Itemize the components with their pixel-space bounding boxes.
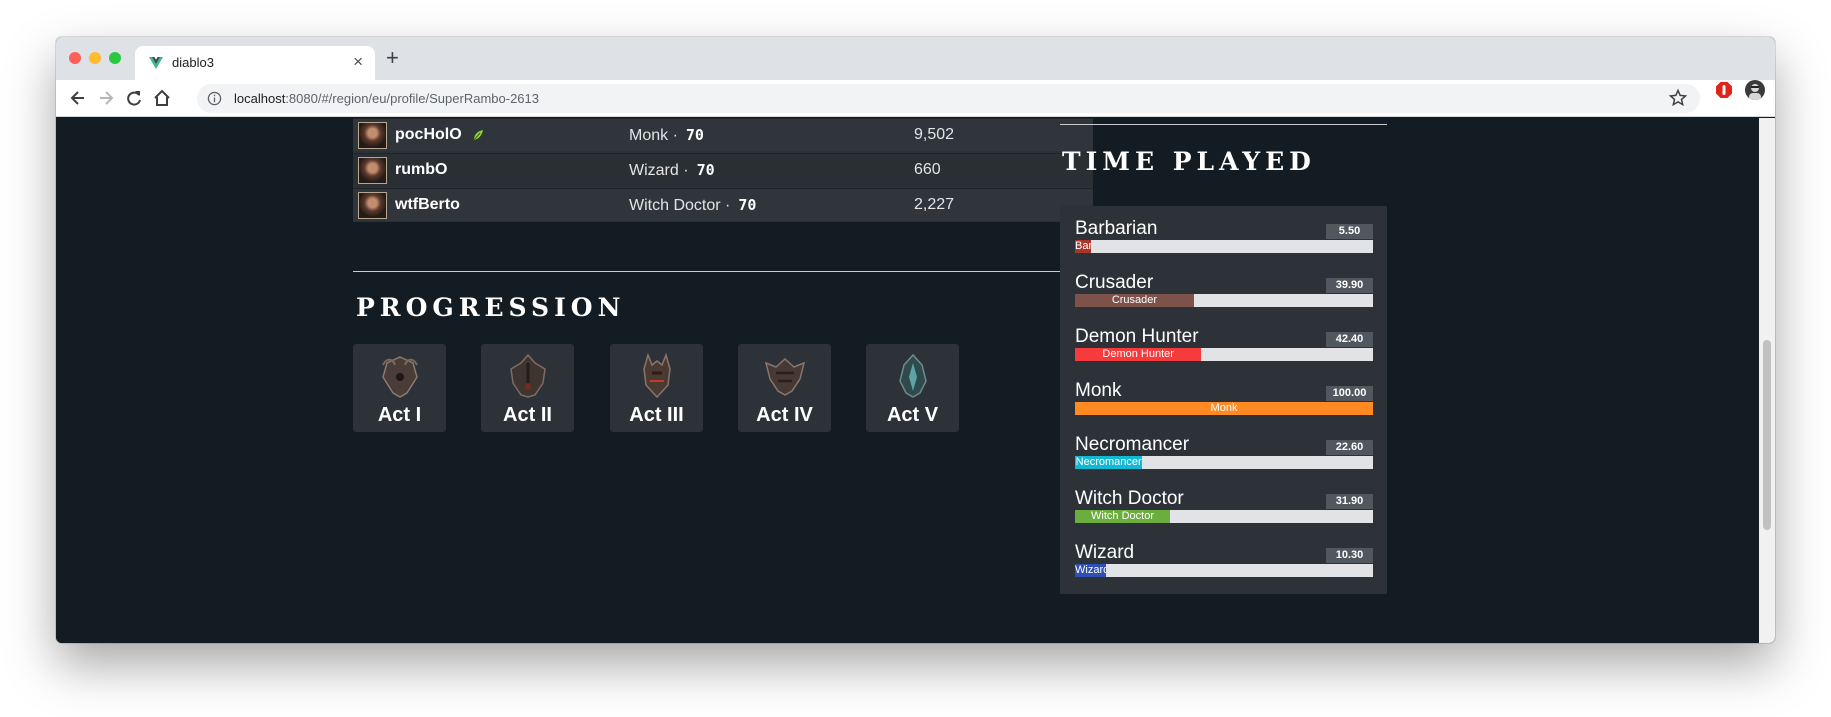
class-name: Barbarian	[1075, 218, 1158, 239]
progress-track: Monk	[1075, 402, 1373, 415]
progress-track: Crusader	[1075, 294, 1373, 307]
act-label: Act I	[377, 404, 422, 426]
info-icon[interactable]	[207, 91, 222, 106]
class-name: Monk	[1075, 380, 1122, 401]
time-played-demon-hunter: Demon Hunter 42.40 Demon Hunter	[1075, 326, 1373, 366]
progress-track: Wizard	[1075, 564, 1373, 577]
hero-portrait	[358, 192, 387, 219]
hero-row[interactable]: pocHolO Monk · 70 9,502	[353, 118, 1093, 151]
class-name: Witch Doctor	[1075, 488, 1184, 509]
browser-toolbar: localhost:8080/#/region/eu/profile/Super…	[56, 80, 1775, 117]
forward-icon[interactable]	[96, 88, 116, 108]
class-value-badge: 31.90	[1326, 494, 1373, 509]
hero-name: pocHolO	[395, 126, 462, 143]
act-4-emblem-icon	[764, 357, 806, 396]
progress-fill: Barbarian	[1075, 240, 1092, 253]
class-value-badge: 42.40	[1326, 332, 1373, 347]
act-card-2[interactable]: Act II	[481, 344, 574, 432]
zoom-window-button[interactable]	[109, 52, 121, 64]
class-name: Crusader	[1075, 272, 1154, 293]
close-tab-icon[interactable]: ×	[353, 53, 363, 71]
time-played-panel: Barbarian 5.50 Barbarian Crusader 39.90 …	[1060, 206, 1387, 594]
progress-fill: Wizard	[1075, 564, 1106, 577]
page-viewport: pocHolO Monk · 70 9,502 rumbO Wizard · 70 …	[56, 118, 1759, 643]
hero-points: 2,227	[914, 196, 955, 213]
act-card-1[interactable]: Act I	[353, 344, 446, 432]
profile-avatar-icon[interactable]	[1745, 80, 1765, 100]
vue-logo-icon	[149, 57, 163, 69]
act-label: Act IV	[756, 404, 813, 426]
time-played-wizard: Wizard 10.30 Wizard	[1075, 542, 1373, 582]
page-scrollbar[interactable]	[1759, 118, 1775, 643]
section-divider	[1060, 124, 1387, 125]
time-played-barbarian: Barbarian 5.50 Barbarian	[1075, 218, 1373, 258]
close-window-button[interactable]	[69, 52, 81, 64]
hero-points: 660	[914, 161, 941, 178]
progress-track: Witch Doctor	[1075, 510, 1373, 523]
section-divider	[353, 271, 1093, 272]
class-name: Wizard	[1075, 542, 1135, 563]
browser-window: diablo3 × + localhost:8080/#/region/eu/p…	[56, 37, 1775, 643]
act-5-emblem-icon	[899, 353, 927, 398]
act-label: Act V	[886, 404, 939, 426]
hero-points: 9,502	[914, 126, 955, 143]
address-bar[interactable]: localhost:8080/#/region/eu/profile/Super…	[197, 84, 1700, 113]
hero-class: Wizard · 70	[629, 161, 715, 179]
class-value-badge: 100.00	[1326, 386, 1373, 401]
adblock-extension-icon[interactable]	[1715, 81, 1733, 99]
time-played-witch-doctor: Witch Doctor 31.90 Witch Doctor	[1075, 488, 1373, 528]
act-label: Act II	[503, 404, 552, 426]
bookmark-star-icon[interactable]	[1668, 88, 1688, 108]
class-name: Necromancer	[1075, 434, 1190, 455]
minimize-window-button[interactable]	[89, 52, 101, 64]
class-value-badge: 5.50	[1326, 224, 1373, 239]
progress-fill: Witch Doctor	[1075, 510, 1171, 523]
class-value-badge: 10.30	[1326, 548, 1373, 563]
url-text: localhost:8080/#/region/eu/profile/Super…	[234, 91, 539, 106]
act-card-3[interactable]: Act III	[610, 344, 703, 432]
hero-row[interactable]: wtfBerto Witch Doctor · 70 2,227	[353, 188, 1093, 221]
act-2-emblem-icon	[510, 353, 546, 398]
time-played-monk: Monk 100.00 Monk	[1075, 380, 1373, 420]
hero-name: wtfBerto	[395, 196, 460, 213]
act-card-5[interactable]: Act V	[866, 344, 959, 432]
hero-list: pocHolO Monk · 70 9,502 rumbO Wizard · 70 …	[353, 118, 1093, 222]
progress-fill: Necromancer	[1075, 456, 1143, 469]
hero-level: 70	[696, 161, 715, 179]
scrollbar-thumb[interactable]	[1763, 340, 1771, 530]
new-tab-icon[interactable]: +	[386, 47, 399, 69]
hero-level: 70	[738, 196, 757, 214]
hero-row[interactable]: rumbO Wizard · 70 660	[353, 153, 1093, 186]
hero-class: Witch Doctor · 70	[629, 196, 757, 214]
time-played-crusader: Crusader 39.90 Crusader	[1075, 272, 1373, 312]
home-icon[interactable]	[152, 88, 172, 108]
seasonal-leaf-icon	[473, 130, 483, 141]
act-card-4[interactable]: Act IV	[738, 344, 831, 432]
progress-track: Necromancer	[1075, 456, 1373, 469]
progress-fill: Demon Hunter	[1075, 348, 1202, 361]
tab-strip: diablo3 × +	[56, 37, 1775, 80]
hero-portrait	[358, 122, 387, 149]
progress-track: Demon Hunter	[1075, 348, 1373, 361]
back-icon[interactable]	[68, 88, 88, 108]
progression-title: PROGRESSION	[356, 293, 626, 322]
hero-name: rumbO	[395, 161, 448, 178]
hero-class: Monk · 70	[629, 126, 704, 144]
tab-title: diablo3	[172, 55, 214, 70]
hero-portrait	[358, 157, 387, 184]
reload-icon[interactable]	[124, 88, 144, 108]
time-played-necromancer: Necromancer 22.60 Necromancer	[1075, 434, 1373, 474]
time-played-title: TIME PLAYED	[1062, 147, 1316, 176]
progress-track: Barbarian	[1075, 240, 1373, 253]
act-label: Act III	[629, 404, 684, 426]
class-value-badge: 22.60	[1326, 440, 1373, 455]
act-1-emblem-icon	[382, 356, 418, 398]
class-name: Demon Hunter	[1075, 326, 1199, 347]
browser-tab[interactable]: diablo3 ×	[135, 46, 375, 80]
progress-fill: Crusader	[1075, 294, 1194, 307]
hero-level: 70	[685, 126, 704, 144]
act-3-emblem-icon	[643, 353, 671, 399]
class-value-badge: 39.90	[1326, 278, 1373, 293]
progress-fill: Monk	[1075, 402, 1373, 415]
